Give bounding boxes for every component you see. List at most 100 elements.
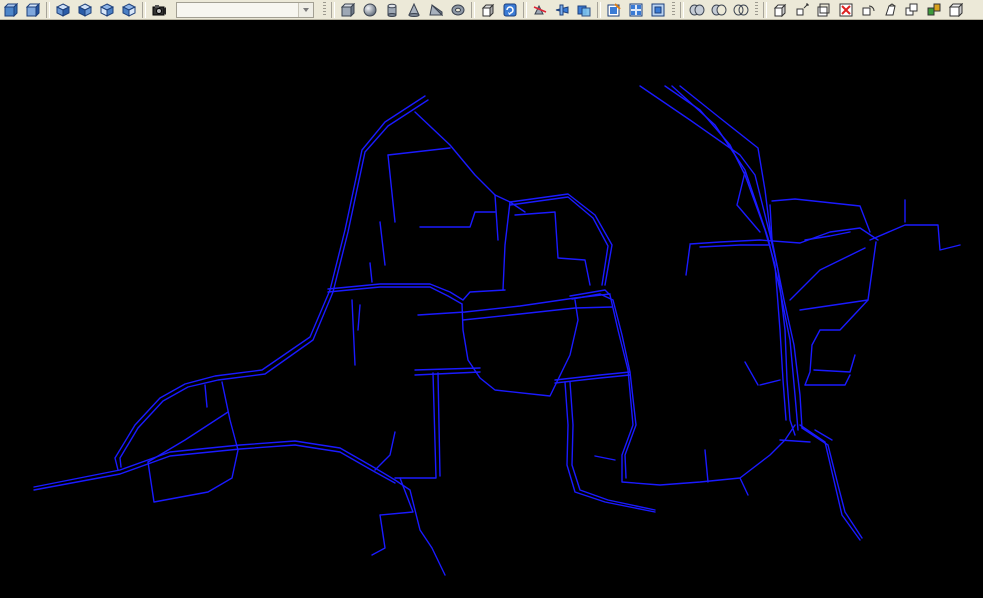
road-line xyxy=(204,384,208,408)
rotate-faces-button[interactable] xyxy=(857,1,879,19)
view-ne-iso-icon xyxy=(100,2,114,17)
road-line xyxy=(739,477,749,496)
toolbar-grip[interactable] xyxy=(672,2,675,17)
toolbar-separator xyxy=(597,1,601,18)
sphere-button[interactable] xyxy=(359,1,381,19)
toolbar-grip[interactable] xyxy=(755,2,758,17)
road-line xyxy=(594,455,616,461)
copy-faces-icon xyxy=(905,3,918,15)
view-nw-iso-button[interactable] xyxy=(118,1,140,19)
imprint-button[interactable] xyxy=(945,1,967,19)
subtract-icon xyxy=(711,4,727,15)
taper-faces-button[interactable] xyxy=(879,1,901,19)
move-faces-icon xyxy=(796,3,809,15)
extrude-faces-button[interactable] xyxy=(769,1,791,19)
toolbar xyxy=(0,0,983,20)
layer-combo[interactable] xyxy=(176,1,314,18)
cone-button[interactable] xyxy=(403,1,425,19)
setup-tools-group xyxy=(603,0,669,20)
road-line xyxy=(414,367,481,371)
road-line xyxy=(671,85,799,431)
extrude-button[interactable] xyxy=(477,1,499,19)
view-se-iso-button[interactable] xyxy=(52,1,74,19)
union-button[interactable] xyxy=(686,1,708,19)
road-line xyxy=(114,95,426,471)
box-button[interactable] xyxy=(337,1,359,19)
taper-faces-icon xyxy=(885,2,896,15)
torus-icon xyxy=(451,4,465,15)
road-line xyxy=(699,244,771,248)
road-line xyxy=(33,444,396,491)
camera-button[interactable] xyxy=(148,1,170,19)
view-sw-iso-icon xyxy=(78,2,92,17)
view-iso-button[interactable] xyxy=(22,1,44,19)
interference-button[interactable] xyxy=(573,1,595,19)
subtract-button[interactable] xyxy=(708,1,730,19)
road-line xyxy=(414,371,481,376)
road-line xyxy=(369,262,373,283)
extrude-faces-icon xyxy=(773,3,787,17)
view-sw-iso-button[interactable] xyxy=(74,1,96,19)
interference-icon xyxy=(577,5,591,16)
box-icon xyxy=(341,2,355,17)
road-line xyxy=(744,361,759,386)
setup-view-button[interactable] xyxy=(625,1,647,19)
road-line xyxy=(869,224,961,251)
toolbar-separator xyxy=(680,1,684,18)
slice-icon xyxy=(533,4,547,14)
combo-dropdown-button[interactable] xyxy=(298,2,313,17)
delete-faces-icon xyxy=(839,3,853,16)
offset-faces-button[interactable] xyxy=(813,1,835,19)
road-line xyxy=(569,289,796,486)
road-line xyxy=(419,211,496,228)
road-line xyxy=(804,374,851,386)
road-line xyxy=(813,354,856,373)
road-line xyxy=(789,247,866,301)
road-line xyxy=(494,194,499,241)
sphere-icon xyxy=(363,3,377,16)
road-line xyxy=(414,111,526,213)
road-line xyxy=(387,154,396,223)
setup-profile-button[interactable] xyxy=(647,1,669,19)
road-line xyxy=(394,372,437,479)
road-line xyxy=(374,431,396,471)
wedge-button[interactable] xyxy=(425,1,447,19)
imprint-icon xyxy=(949,2,963,17)
road-line xyxy=(394,479,446,576)
road-line xyxy=(704,449,709,483)
solid-editing-group xyxy=(769,0,967,20)
color-faces-button[interactable] xyxy=(923,1,945,19)
road-line xyxy=(804,241,877,386)
color-faces-icon xyxy=(927,3,941,15)
revolve-icon xyxy=(503,3,517,16)
cylinder-icon xyxy=(387,3,397,17)
torus-button[interactable] xyxy=(447,1,469,19)
road-line xyxy=(679,85,803,429)
section-tools-group xyxy=(529,0,595,20)
toolbar-separator xyxy=(331,1,335,18)
move-faces-button[interactable] xyxy=(791,1,813,19)
wedge-icon xyxy=(429,3,443,16)
toolbar-grip[interactable] xyxy=(323,2,326,17)
view-ne-iso-button[interactable] xyxy=(96,1,118,19)
slice-button[interactable] xyxy=(529,1,551,19)
delete-faces-button[interactable] xyxy=(835,1,857,19)
camera-icon xyxy=(152,4,166,15)
revolve-button[interactable] xyxy=(499,1,521,19)
view-front-button[interactable] xyxy=(0,1,22,19)
section-icon xyxy=(555,4,569,15)
section-button[interactable] xyxy=(551,1,573,19)
road-line xyxy=(351,299,356,366)
view-toolbar-group xyxy=(0,0,44,20)
cylinder-button[interactable] xyxy=(381,1,403,19)
road-line xyxy=(569,381,656,511)
setup-drawing-button[interactable] xyxy=(603,1,625,19)
cone-icon xyxy=(408,2,420,17)
chevron-down-icon xyxy=(303,7,309,12)
copy-faces-button[interactable] xyxy=(901,1,923,19)
drawing-canvas[interactable] xyxy=(0,21,983,598)
intersect-button[interactable] xyxy=(730,1,752,19)
road-line xyxy=(771,198,871,233)
solids-toolbar-group xyxy=(337,0,469,20)
view-nw-iso-icon xyxy=(122,2,136,17)
